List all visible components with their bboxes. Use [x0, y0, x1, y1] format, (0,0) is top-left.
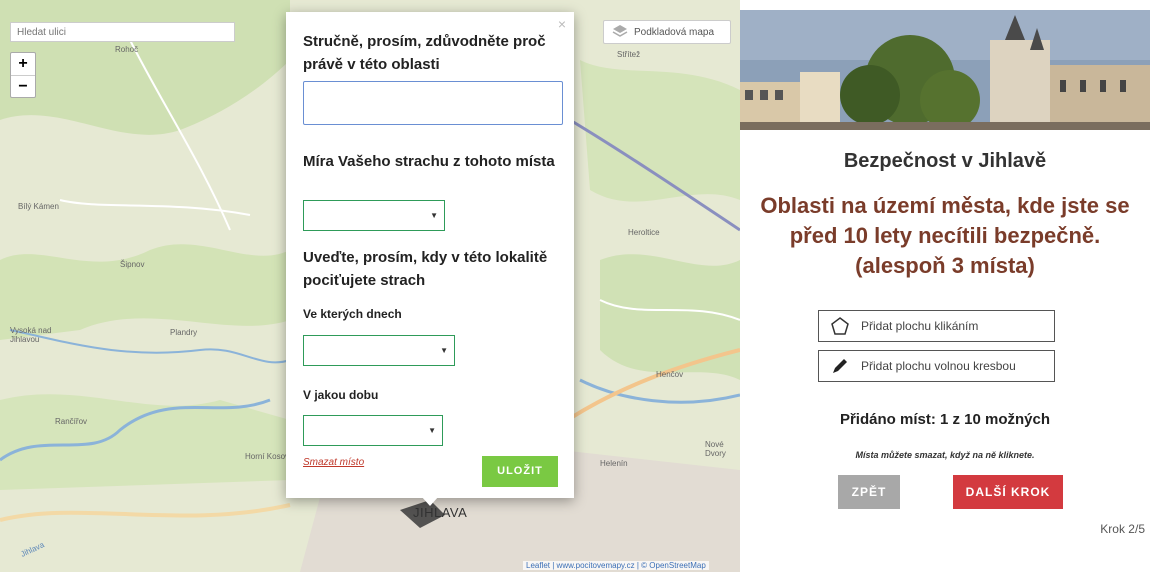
time-label: V jakou dobu [303, 388, 379, 402]
place-label-hencov: Henčov [656, 370, 684, 379]
city-label: JIHLAVA [413, 505, 468, 520]
place-label-horni-kosov: Horní Kosov [245, 452, 290, 461]
add-area-click-button[interactable]: Přidat plochu klikáním [818, 310, 1055, 342]
map-view[interactable]: Rohoč Bílý Kámen Šipnov Vysoká nad Jihla… [0, 0, 740, 572]
reason-textarea[interactable] [303, 81, 563, 125]
side-panel: Bezpečnost v Jihlavě Oblasti na území mě… [740, 0, 1150, 572]
time-select[interactable]: ▼ [303, 415, 443, 446]
back-button[interactable]: ZPĚT [838, 475, 900, 509]
added-places-count: Přidáno míst: 1 z 10 možných [839, 411, 1051, 428]
place-label-heroltice: Heroltice [628, 228, 660, 237]
map-attribution[interactable]: Leaflet | www.pocitovemapy.cz | © OpenSt… [523, 561, 709, 570]
question-when: Uveďte, prosím, kdy v této lokalitě poci… [303, 249, 548, 289]
place-form-popup: × Stručně, prosím, zdůvodněte proč právě… [286, 12, 574, 498]
base-map-label: Podkladová mapa [634, 26, 715, 38]
chevron-down-icon: ▼ [430, 211, 438, 220]
chevron-down-icon: ▼ [428, 426, 436, 435]
place-label-plandry: Plandry [170, 328, 198, 337]
street-search-input[interactable] [10, 22, 235, 42]
header-photo [740, 10, 1150, 130]
question-fear: Míra Vašeho strachu z tohoto místa [303, 153, 555, 170]
place-label-bily-kamen: Bílý Kámen [18, 202, 59, 211]
add-area-draw-button[interactable]: Přidat plochu volnou kresbou [818, 350, 1055, 382]
chevron-down-icon: ▼ [440, 346, 448, 355]
save-button[interactable]: ULOŽIT [482, 456, 558, 487]
delete-place-link[interactable]: Smazat místo [303, 457, 364, 468]
add-area-click-label: Přidat plochu klikáním [861, 319, 979, 333]
page-subtitle: Oblasti na území města, kde jste se před… [760, 193, 1130, 278]
zoom-out-button[interactable]: − [11, 75, 35, 97]
popup-tip [421, 496, 439, 506]
place-label-helenin: Helenín [600, 459, 628, 468]
zoom-in-button[interactable]: + [11, 53, 35, 75]
delete-hint: Místa můžete smazat, když na ně kliknete… [855, 450, 1035, 460]
polygon-icon [819, 316, 861, 336]
place-label-rancirov: Rančířov [55, 417, 88, 426]
page-title: Bezpečnost v Jihlavě [843, 150, 1047, 172]
days-label: Ve kterých dnech [303, 307, 402, 321]
days-select[interactable]: ▼ [303, 335, 455, 366]
fear-level-select[interactable]: ▼ [303, 200, 445, 231]
place-label-stritez: Střítež [617, 50, 641, 59]
layers-icon [612, 24, 628, 41]
next-step-button[interactable]: DALŠÍ KROK [953, 475, 1063, 509]
add-area-draw-label: Přidat plochu volnou kresbou [861, 359, 1016, 373]
place-label-vysoka: Vysoká nad Jihlavou [10, 326, 52, 344]
place-label-rohoc: Rohoč [115, 45, 139, 54]
place-label-nove-dvory: Nové Dvory [705, 440, 726, 458]
place-label-sipnov: Šipnov [120, 260, 145, 269]
pencil-icon [819, 356, 861, 376]
question-reason: Stručně, prosím, zdůvodněte proč právě v… [303, 33, 546, 73]
base-map-button[interactable]: Podkladová mapa [603, 20, 731, 44]
zoom-control: + − [10, 52, 36, 98]
close-icon[interactable]: × [558, 16, 566, 32]
step-indicator: Krok 2/5 [1100, 522, 1145, 536]
